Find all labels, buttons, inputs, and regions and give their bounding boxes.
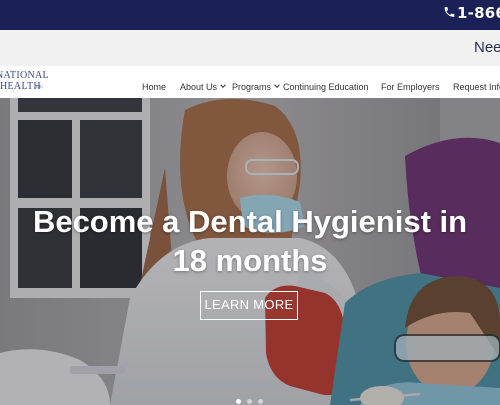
chevron-down-icon	[220, 84, 226, 88]
nav-item-for-employers[interactable]: For Employers	[381, 82, 440, 92]
hero-headline-line-1: Become a Dental Hygienist in	[32, 204, 468, 239]
top-bar: 1-866-	[0, 0, 500, 30]
slider-dot-1[interactable]	[236, 399, 241, 404]
nav-item-label: For Employers	[381, 82, 440, 92]
chevron-down-icon	[274, 84, 280, 88]
nav-item-programs[interactable]: Programs	[232, 82, 280, 92]
phone-number[interactable]: 1-866-	[457, 4, 500, 22]
slider-dot-2[interactable]	[247, 399, 252, 404]
main-nav: Home About Us Programs Continuing Educat…	[0, 66, 500, 98]
notice-text: Nee	[474, 39, 500, 56]
slider-dots	[236, 399, 266, 405]
nav-item-label: Continuing Education	[283, 82, 369, 92]
nav-item-label: About Us	[180, 82, 218, 92]
phone-link[interactable]: 1-866-	[443, 4, 500, 22]
slider-dot-3[interactable]	[258, 399, 263, 404]
nav-item-label: Request Info	[453, 82, 500, 92]
learn-more-button[interactable]: LEARN MORE	[200, 291, 298, 320]
nav-item-continuing-education[interactable]: Continuing Education	[283, 82, 369, 92]
nav-item-request-info[interactable]: Request Info	[453, 82, 500, 92]
nav-item-home[interactable]: Home	[142, 82, 166, 92]
hero-headline-line-2: 18 months	[172, 243, 328, 278]
hero-headline: Become a Dental Hygienist in 18 months	[0, 202, 500, 280]
nav-item-label: Programs	[232, 82, 272, 92]
phone-icon	[444, 7, 455, 17]
nav-item-label: Home	[142, 82, 167, 92]
notice-bar: Nee	[0, 30, 500, 66]
site-header: NATIONAL HEALTH INC Home About Us Progra…	[0, 66, 500, 99]
nav-item-about-us[interactable]: About Us	[180, 82, 226, 92]
hero-slider: Become a Dental Hygienist in 18 months L…	[0, 98, 500, 405]
